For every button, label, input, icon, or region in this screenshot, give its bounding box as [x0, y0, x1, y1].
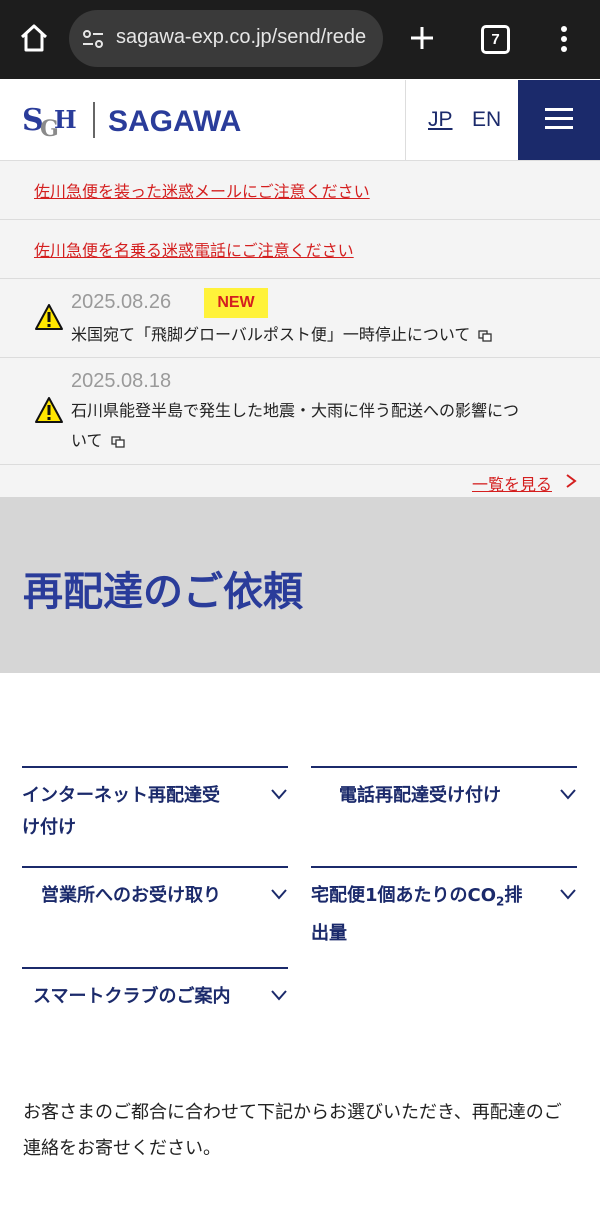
news-item[interactable]: 2025.08.26 NEW 米国宛て「飛脚グローバルポスト便」一時停止について — [0, 279, 600, 358]
news-more-row: 一覧を見る — [0, 465, 600, 497]
browser-toolbar: sagawa-exp.co.jp/send/rede 7 — [0, 0, 600, 79]
alert-row: 佐川急便を装った迷惑メールにご注意ください — [0, 161, 600, 220]
news-title-line: 石川県能登半島で発生した地震・大雨に伴う配送への影響につ — [71, 401, 520, 420]
chevron-down-icon — [271, 889, 287, 900]
svg-text:H: H — [54, 105, 77, 134]
news-date: 2025.08.18 — [71, 370, 172, 392]
anchor-label-text: 宅配便1個あたりのCO — [311, 885, 497, 906]
anchor-label-line: インターネット再配達受 — [22, 785, 220, 806]
lang-jp-link[interactable]: JP — [428, 108, 453, 132]
anchor-label: 電話再配達受け付け — [339, 785, 501, 806]
news-title: 米国宛て「飛脚グローバルポスト便」一時停止について — [71, 320, 571, 350]
warning-icon — [35, 304, 63, 330]
anchor-office-pickup[interactable]: 営業所へのお受け取り — [22, 866, 288, 968]
news-title-text: いて — [71, 431, 103, 450]
site-settings-icon[interactable] — [81, 27, 105, 51]
url-text: sagawa-exp.co.jp/send/rede — [116, 26, 367, 48]
alert-row: 佐川急便を名乗る迷惑電話にご注意ください — [0, 220, 600, 279]
tab-switcher-button[interactable]: 7 — [481, 25, 510, 54]
news-title-text: 米国宛て「飛脚グローバルポスト便」一時停止について — [71, 325, 471, 344]
intro-text: お客さまのご都合に合わせて下記からお選びいただき、再配達のご連絡をお寄せください… — [23, 1102, 562, 1159]
anchor-smart-club[interactable]: スマートクラブのご案内 — [22, 967, 288, 1039]
menu-button[interactable] — [518, 80, 600, 160]
language-switcher: JP EN — [405, 80, 519, 160]
anchor-internet-redelivery[interactable]: インターネット再配達受 け付け — [22, 766, 288, 868]
new-badge: NEW — [204, 288, 268, 318]
page-title: 再配達のご依頼 — [23, 569, 303, 615]
chevron-down-icon — [560, 789, 576, 800]
external-link-icon — [478, 329, 493, 342]
external-link-icon — [110, 435, 125, 448]
anchor-label-text: 排 — [504, 885, 523, 906]
news-item[interactable]: 2025.08.18 石川県能登半島で発生した地震・大雨に伴う配送への影響につ … — [0, 358, 600, 465]
more-options-icon[interactable] — [554, 23, 574, 55]
anchor-label: スマートクラブのご案内 — [33, 986, 231, 1007]
hamburger-icon — [545, 108, 573, 129]
news-date: 2025.08.26 — [71, 291, 172, 313]
anchor-label: インターネット再配達受 け付け — [22, 780, 252, 844]
address-bar[interactable]: sagawa-exp.co.jp/send/rede — [69, 10, 383, 67]
spam-mail-alert-link[interactable]: 佐川急便を装った迷惑メールにご注意ください — [34, 178, 370, 202]
news-title-line: いて — [71, 426, 571, 456]
warning-icon — [35, 397, 63, 423]
svg-text:SAGAWA: SAGAWA — [108, 105, 241, 138]
chevron-right-icon[interactable] — [564, 473, 578, 489]
chevron-down-icon — [271, 789, 287, 800]
news-title: 石川県能登半島で発生した地震・大雨に伴う配送への影響につ いて — [71, 396, 571, 456]
chevron-down-icon — [560, 889, 576, 900]
anchor-label-line: 宅配便1個あたりのCO2排 — [311, 880, 551, 918]
home-icon[interactable] — [18, 22, 50, 54]
anchor-label-line: 出量 — [311, 922, 347, 944]
lang-en-link[interactable]: EN — [472, 108, 501, 132]
page-hero: 再配達のご依頼 — [0, 497, 600, 673]
anchor-co2-emissions[interactable]: 宅配便1個あたりのCO2排 出量 — [311, 866, 577, 968]
site-header: S G H SAGAWA JP EN — [0, 80, 600, 161]
anchor-label: 宅配便1個あたりのCO2排 出量 — [311, 880, 551, 950]
spam-call-alert-link[interactable]: 佐川急便を名乗る迷惑電話にご注意ください — [34, 237, 354, 261]
anchor-label-line: け付け — [22, 817, 76, 838]
sagawa-logo[interactable]: S G H SAGAWA — [22, 98, 262, 142]
new-tab-icon[interactable] — [406, 22, 438, 54]
view-all-news-link[interactable]: 一覧を見る — [472, 471, 552, 495]
anchor-label: 営業所へのお受け取り — [41, 885, 221, 906]
chevron-down-icon — [271, 990, 287, 1001]
anchor-phone-redelivery[interactable]: 電話再配達受け付け — [311, 766, 577, 868]
